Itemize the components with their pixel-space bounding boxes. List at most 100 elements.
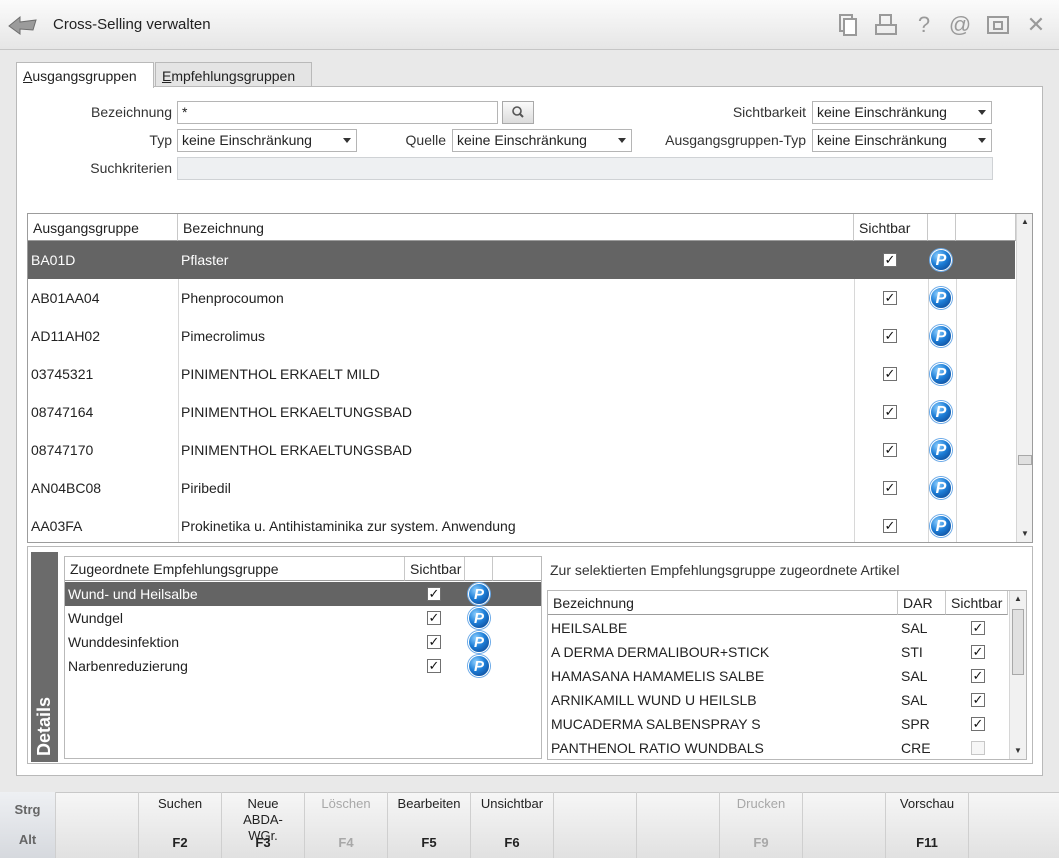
list-item[interactable]: Wunddesinfektion ✓ P (65, 630, 541, 654)
modifier-keys[interactable]: Strg Alt (0, 792, 55, 858)
visible-checkbox[interactable]: ✓ (883, 405, 897, 419)
column-header-dar[interactable]: DAR (898, 591, 946, 615)
p-status-icon[interactable]: P (930, 515, 952, 537)
column-header-sichtbar[interactable]: Sichtbar (854, 214, 928, 241)
sichtbarkeit-select[interactable]: keine Einschränkung (812, 101, 992, 124)
visible-checkbox[interactable] (971, 741, 985, 755)
help-icon[interactable]: ? (911, 12, 937, 38)
list-item[interactable]: HEILSALBE SAL ✓ (548, 616, 1008, 640)
table-row[interactable]: 03745321 PINIMENTHOL ERKAELT MILD ✓ P (28, 355, 1015, 393)
list-item[interactable]: HAMASANA HAMAMELIS SALBE SAL ✓ (548, 664, 1008, 688)
list-item[interactable]: Wundgel ✓ P (65, 606, 541, 630)
list-item[interactable]: MUCADERMA SALBENSPRAY S SPR ✓ (548, 712, 1008, 736)
list-item[interactable]: A DERMA DERMALIBOUR+STICK STI ✓ (548, 640, 1008, 664)
artikel-table-scrollbar[interactable]: ▲ ▼ (1009, 591, 1026, 759)
fkey-suchen[interactable]: Suchen F2 (138, 792, 221, 858)
visible-checkbox[interactable]: ✓ (427, 611, 441, 625)
table-row[interactable]: AN04BC08 Piribedil ✓ P (28, 469, 1015, 507)
p-status-icon[interactable]: P (468, 607, 490, 629)
column-header-sichtbar[interactable]: Sichtbar (946, 591, 1008, 615)
fkey-bearbeiten[interactable]: Bearbeiten F5 (387, 792, 470, 858)
quelle-select[interactable]: keine Einschränkung (452, 129, 632, 152)
typ-select[interactable]: keine Einschränkung (177, 129, 357, 152)
scroll-down-arrow-icon[interactable]: ▼ (1010, 743, 1026, 759)
tab-ausgangsgruppen[interactable]: Ausgangsgruppen (16, 62, 154, 88)
email-icon[interactable]: @ (947, 12, 973, 38)
visible-checkbox[interactable]: ✓ (971, 621, 985, 635)
scroll-thumb[interactable] (1018, 455, 1032, 465)
artikel-table: Bezeichnung DAR Sichtbar HEILSALBE SAL ✓ A … (547, 590, 1027, 760)
visible-checkbox[interactable]: ✓ (971, 693, 985, 707)
visible-checkbox[interactable]: ✓ (971, 645, 985, 659)
list-item[interactable]: Narbenreduzierung ✓ P (65, 654, 541, 678)
fkey-empty[interactable] (553, 792, 636, 858)
p-status-icon[interactable]: P (930, 401, 952, 423)
p-status-icon[interactable]: P (930, 325, 952, 347)
visible-checkbox[interactable]: ✓ (883, 329, 897, 343)
alt-key[interactable]: Alt (0, 832, 55, 847)
column-header-bezeichnung[interactable]: Bezeichnung (548, 591, 898, 615)
p-status-icon[interactable]: P (930, 477, 952, 499)
table-row[interactable]: AB01AA04 Phenprocoumon ✓ P (28, 279, 1015, 317)
list-item[interactable]: ARNIKAMILL WUND U HEILSLB SAL ✓ (548, 688, 1008, 712)
window-settings-icon[interactable] (985, 12, 1011, 38)
visible-checkbox[interactable]: ✓ (883, 519, 897, 533)
table-row[interactable]: 08747170 PINIMENTHOL ERKAELTUNGSBAD ✓ P (28, 431, 1015, 469)
p-status-icon[interactable]: P (468, 583, 490, 605)
column-header-sichtbar[interactable]: Sichtbar (405, 557, 465, 581)
fkey-empty[interactable] (802, 792, 885, 858)
visible-checkbox[interactable]: ✓ (971, 669, 985, 683)
tab-empfehlungsgruppen[interactable]: Empfehlungsgruppen (155, 62, 312, 87)
p-status-icon[interactable]: P (930, 363, 952, 385)
fkey-drucken[interactable]: Drucken F9 (719, 792, 802, 858)
ausgangsgruppen-typ-select[interactable]: keine Einschränkung (812, 129, 992, 152)
strg-key[interactable]: Strg (0, 802, 55, 817)
visible-checkbox[interactable]: ✓ (883, 367, 897, 381)
column-header-icon[interactable] (928, 214, 956, 241)
ausgangsgruppe-cell: AD11AH02 (31, 328, 101, 344)
search-button[interactable] (502, 101, 534, 124)
fkey-vorschau[interactable]: Vorschau F11 (885, 792, 968, 858)
p-status-icon[interactable]: P (930, 287, 952, 309)
column-header-zugeordnete-empfehlungsgruppe[interactable]: Zugeordnete Empfehlungsgruppe (65, 557, 405, 581)
list-item[interactable]: Wund- und Heilsalbe ✓ P (65, 582, 541, 606)
print-icon[interactable] (873, 12, 899, 38)
scroll-thumb[interactable] (1012, 609, 1024, 675)
visible-checkbox[interactable]: ✓ (427, 587, 441, 601)
p-status-icon[interactable]: P (930, 249, 952, 271)
column-header-bezeichnung[interactable]: Bezeichnung (178, 214, 854, 241)
fkey-empty[interactable] (968, 792, 1059, 858)
chevron-down-icon (343, 138, 351, 143)
copy-icon[interactable] (835, 12, 861, 38)
table-row[interactable]: BA01D Pflaster ✓ P (28, 241, 1015, 279)
scroll-up-arrow-icon[interactable]: ▲ (1017, 214, 1032, 230)
visible-checkbox[interactable]: ✓ (427, 635, 441, 649)
p-status-icon[interactable]: P (930, 439, 952, 461)
visible-checkbox[interactable]: ✓ (883, 291, 897, 305)
main-table-scrollbar[interactable]: ▲ ▼ (1016, 214, 1032, 542)
scroll-up-arrow-icon[interactable]: ▲ (1010, 591, 1026, 607)
visible-checkbox[interactable]: ✓ (427, 659, 441, 673)
visible-checkbox[interactable]: ✓ (883, 481, 897, 495)
fkey-empty[interactable] (636, 792, 719, 858)
table-row[interactable]: AA03FA Prokinetika u. Antihistaminika zur… (28, 507, 1015, 542)
bezeichnung-cell: Prokinetika u. Antihistaminika zur syste… (181, 518, 516, 534)
list-item[interactable]: PANTHENOL RATIO WUNDBALS CRE (548, 736, 1008, 760)
table-row[interactable]: AD11AH02 Pimecrolimus ✓ P (28, 317, 1015, 355)
fkey-neue-abda-wgr[interactable]: Neue ABDA-WGr. F3 (221, 792, 304, 858)
bezeichnung-input[interactable]: * (177, 101, 498, 124)
table-row[interactable]: 08747164 PINIMENTHOL ERKAELTUNGSBAD ✓ P (28, 393, 1015, 431)
p-status-icon[interactable]: P (468, 655, 490, 677)
visible-checkbox[interactable]: ✓ (883, 253, 897, 267)
fkey-empty[interactable] (55, 792, 138, 858)
fkey-unsichtbar[interactable]: Unsichtbar F6 (470, 792, 553, 858)
close-icon[interactable]: ✕ (1023, 12, 1049, 38)
visible-checkbox[interactable]: ✓ (971, 717, 985, 731)
column-header-ausgangsgruppe[interactable]: Ausgangsgruppe (28, 214, 178, 241)
visible-checkbox[interactable]: ✓ (883, 443, 897, 457)
fkey-löschen[interactable]: Löschen F4 (304, 792, 387, 858)
scroll-down-arrow-icon[interactable]: ▼ (1017, 526, 1032, 542)
column-header-icon[interactable] (465, 557, 493, 581)
back-button[interactable] (6, 10, 40, 40)
p-status-icon[interactable]: P (468, 631, 490, 653)
